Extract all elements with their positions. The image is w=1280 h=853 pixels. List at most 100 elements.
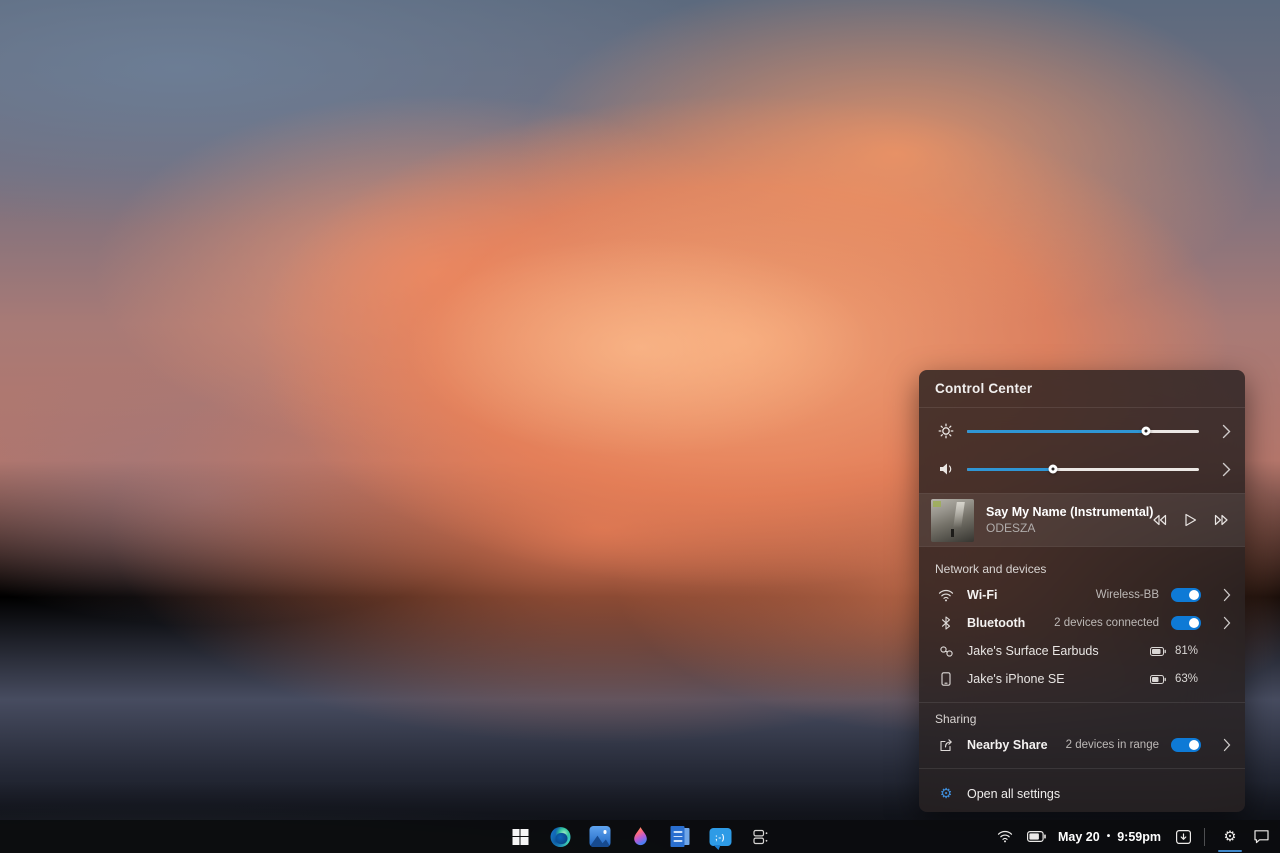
earbuds-label: Jake's Surface Earbuds (967, 644, 1150, 658)
earbuds-battery: 81% (1150, 645, 1201, 657)
brightness-fill (967, 430, 1146, 433)
tray-settings-button[interactable]: ⚙ (1217, 820, 1243, 853)
cloud-glow (307, 171, 973, 563)
earbuds-battery-percent: 81% (1175, 645, 1201, 657)
desktop: Control Center (0, 0, 1280, 853)
photos-icon (590, 826, 611, 847)
wifi-icon (997, 830, 1013, 843)
tray-wifi-button[interactable] (997, 830, 1013, 843)
volume-thumb[interactable] (1048, 465, 1057, 474)
tray-date: May 20 (1058, 830, 1100, 844)
volume-icon (935, 461, 957, 477)
tray-divider (1204, 828, 1205, 846)
droplet-icon (631, 826, 649, 848)
bluetooth-chevron-icon[interactable] (1211, 616, 1231, 630)
task-view-button[interactable] (749, 825, 772, 848)
nearby-share-status: 2 devices in range (1066, 739, 1159, 751)
phone-icon (935, 672, 957, 686)
media-transport (1152, 513, 1229, 527)
battery-icon (1150, 647, 1166, 656)
document-icon (671, 826, 690, 847)
battery-icon (1027, 831, 1046, 842)
bluetooth-status: 2 devices connected (1054, 617, 1159, 629)
system-tray: May 20 • 9:59pm ⚙ (997, 820, 1280, 853)
media-meta: Say My Name (Instrumental) ODESZA (986, 505, 1152, 535)
brightness-thumb[interactable] (1141, 427, 1150, 436)
nearby-share-toggle[interactable] (1171, 738, 1201, 752)
nearby-share-toggle-knob (1189, 740, 1199, 750)
media-controls: Say My Name (Instrumental) ODESZA (919, 493, 1245, 547)
media-track-title: Say My Name (Instrumental) (986, 505, 1152, 519)
windows-logo-icon (512, 829, 528, 845)
brightness-slider[interactable] (967, 423, 1199, 439)
bluetooth-label: Bluetooth (967, 616, 1054, 630)
tray-hidden-icons-button[interactable] (1175, 829, 1192, 845)
tray-battery-button[interactable] (1027, 831, 1046, 842)
album-art (931, 499, 974, 542)
edge-browser-button[interactable] (549, 825, 572, 848)
wifi-row[interactable]: Wi-Fi Wireless-BB (919, 581, 1245, 609)
tray-chat-button[interactable] (1253, 829, 1270, 844)
gear-icon: ⚙ (1224, 829, 1237, 845)
bluetooth-toggle-knob (1189, 618, 1199, 628)
album-art-label (933, 501, 941, 507)
phone-row[interactable]: Jake's iPhone SE 63% (919, 665, 1245, 693)
start-button[interactable] (509, 825, 532, 848)
control-center-panel: Control Center (919, 370, 1245, 812)
tray-clock-button[interactable]: May 20 • 9:59pm (1058, 830, 1161, 844)
taskbar-app-icons: ;-) (509, 820, 772, 853)
bluetooth-icon (935, 616, 957, 630)
open-all-settings-button[interactable]: ⚙ Open all settings (919, 775, 1245, 812)
previous-track-button[interactable] (1152, 514, 1167, 526)
open-all-settings-label: Open all settings (967, 787, 1060, 801)
nearby-share-chevron-icon[interactable] (1211, 738, 1231, 752)
wifi-chevron-icon[interactable] (1211, 588, 1231, 602)
wifi-icon (935, 589, 957, 602)
edge-icon (550, 827, 570, 847)
photos-app-button[interactable] (589, 825, 612, 848)
settings-active-indicator (1218, 850, 1242, 853)
wifi-status: Wireless-BB (1096, 589, 1159, 601)
paint-app-button[interactable] (629, 825, 652, 848)
volume-chevron-icon[interactable] (1211, 462, 1231, 477)
chat-bubble-icon: ;-) (709, 828, 731, 846)
settings-gear-icon: ⚙ (935, 787, 957, 801)
earbuds-icon (935, 645, 957, 658)
play-button[interactable] (1184, 513, 1197, 527)
album-art-highlight (953, 502, 964, 528)
brightness-row (919, 416, 1245, 446)
wifi-toggle[interactable] (1171, 588, 1201, 602)
album-art-figure (951, 529, 954, 537)
taskbar: ;-) (0, 820, 1280, 853)
tray-inbox-icon (1175, 829, 1192, 845)
tray-time: 9:59pm (1117, 830, 1161, 844)
nearby-share-row[interactable]: Nearby Share 2 devices in range (919, 731, 1245, 759)
volume-slider[interactable] (967, 461, 1199, 477)
task-view-icon (751, 828, 769, 846)
bluetooth-toggle[interactable] (1171, 616, 1201, 630)
bluetooth-row[interactable]: Bluetooth 2 devices connected (919, 609, 1245, 637)
chat-emoticon: ;-) (715, 832, 725, 842)
phone-battery-percent: 63% (1175, 673, 1201, 685)
footer-divider (919, 768, 1245, 769)
earbuds-row[interactable]: Jake's Surface Earbuds 81% (919, 637, 1245, 665)
documents-app-button[interactable] (669, 825, 692, 848)
brightness-chevron-icon[interactable] (1211, 424, 1231, 439)
media-artist: ODESZA (986, 521, 1152, 535)
battery-icon (1150, 675, 1166, 684)
sharing-section-header: Sharing (919, 703, 1245, 731)
brightness-icon (935, 423, 957, 439)
wifi-toggle-knob (1189, 590, 1199, 600)
network-section-header: Network and devices (919, 547, 1245, 581)
volume-row (919, 454, 1245, 484)
phone-battery: 63% (1150, 673, 1201, 685)
tray-bullet: • (1107, 831, 1111, 842)
messaging-app-button[interactable]: ;-) (709, 825, 732, 848)
volume-fill (967, 468, 1053, 471)
phone-label: Jake's iPhone SE (967, 672, 1150, 686)
share-icon (935, 738, 957, 752)
wifi-label: Wi-Fi (967, 588, 1096, 602)
next-track-button[interactable] (1214, 514, 1229, 526)
nearby-share-label: Nearby Share (967, 738, 1066, 752)
speech-bubble-icon (1253, 829, 1270, 844)
